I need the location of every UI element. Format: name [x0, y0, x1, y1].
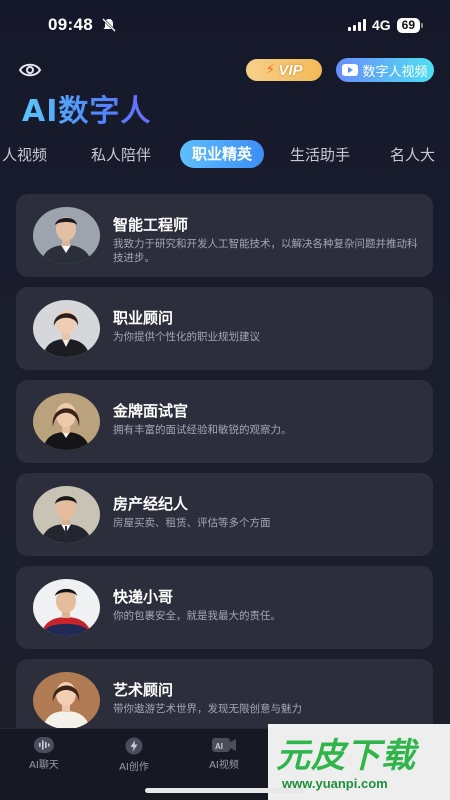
battery-icon: 69: [396, 17, 424, 33]
character-card-career-consultant[interactable]: 职业顾问 为你提供个性化的职业规划建议: [16, 287, 433, 370]
card-description: 你的包裹安全，就是我最大的责任。: [113, 610, 281, 622]
category-tabs: 人视频 私人陪伴 职业精英 生活助手 名人大: [0, 140, 450, 170]
art-advisor-avatar: [33, 672, 100, 729]
status-bar: 09:48 4G 69: [0, 0, 450, 50]
page-title: AI数字人: [22, 86, 151, 130]
tab-celebrity[interactable]: 名人大: [390, 144, 435, 165]
card-title: 智能工程师: [113, 216, 189, 234]
header-row: ⚡ VIP 数字人视频: [0, 56, 450, 84]
video-button-label: 数字人视频: [362, 64, 428, 80]
card-description: 为你提供个性化的职业规划建议: [113, 331, 260, 343]
card-description: 房屋买卖、租赁、评估等多个方面: [113, 517, 271, 529]
watermark-text: 元皮下载: [276, 736, 416, 776]
tab-life-assistant[interactable]: 生活助手: [290, 144, 350, 165]
card-title: 房产经纪人: [113, 495, 189, 513]
wave-icon: [34, 737, 54, 753]
character-card-courier[interactable]: 快递小哥 你的包裹安全，就是我最大的责任。: [16, 566, 433, 649]
card-title: 快递小哥: [113, 588, 174, 606]
status-time: 09:48: [48, 15, 93, 34]
character-card-realtor[interactable]: 房产经纪人 房屋买卖、租赁、评估等多个方面: [16, 473, 433, 556]
network-type: 4G: [371, 17, 391, 33]
tab-video[interactable]: 人视频: [2, 144, 47, 165]
svg-text:AI: AI: [215, 742, 223, 751]
digital-human-video-button[interactable]: 数字人视频: [336, 58, 434, 82]
signal-icon: [347, 19, 366, 31]
interviewer-avatar: [33, 393, 100, 450]
home-indicator[interactable]: [145, 788, 305, 793]
tab-companion[interactable]: 私人陪伴: [91, 144, 151, 165]
bolt-icon: ⚡: [265, 62, 276, 78]
play-icon: [342, 64, 359, 76]
bolt-icon: [125, 737, 143, 755]
nav-label: AI视频: [209, 760, 239, 771]
vip-badge[interactable]: ⚡ VIP: [246, 59, 322, 81]
nav-ai-video[interactable]: AI AI视频: [194, 737, 254, 771]
courier-avatar: [33, 579, 100, 636]
nav-label: AI创作: [119, 762, 149, 773]
nav-ai-create[interactable]: AI创作: [104, 737, 164, 773]
character-card-engineer[interactable]: 智能工程师 我致力于研究和开发人工智能技术，以解决各种复杂问题并推动科技进步。: [16, 194, 433, 277]
card-title: 职业顾问: [113, 309, 174, 327]
card-description: 拥有丰富的面试经验和敏锐的观察力。: [113, 424, 292, 436]
eye-icon[interactable]: [18, 60, 42, 80]
card-title: 金牌面试官: [113, 402, 189, 420]
realtor-avatar: [33, 486, 100, 543]
card-title: 艺术顾问: [113, 681, 174, 699]
ai-video-icon: AI: [212, 738, 236, 752]
engineer-avatar: [33, 207, 100, 264]
card-description: 带你遨游艺术世界，发现无限创意与魅力: [113, 703, 302, 715]
vip-label: VIP: [278, 61, 303, 79]
nav-label: AI聊天: [29, 760, 59, 771]
card-description: 我致力于研究和开发人工智能技术，以解决各种复杂问题并推动科技进步。: [113, 238, 418, 264]
nav-ai-chat[interactable]: AI聊天: [14, 737, 74, 771]
tab-career-elite[interactable]: 职业精英: [180, 140, 265, 168]
consultant-avatar: [33, 300, 100, 357]
character-card-interviewer[interactable]: 金牌面试官 拥有丰富的面试经验和敏锐的观察力。: [16, 380, 433, 463]
bell-muted-icon: [102, 18, 116, 32]
